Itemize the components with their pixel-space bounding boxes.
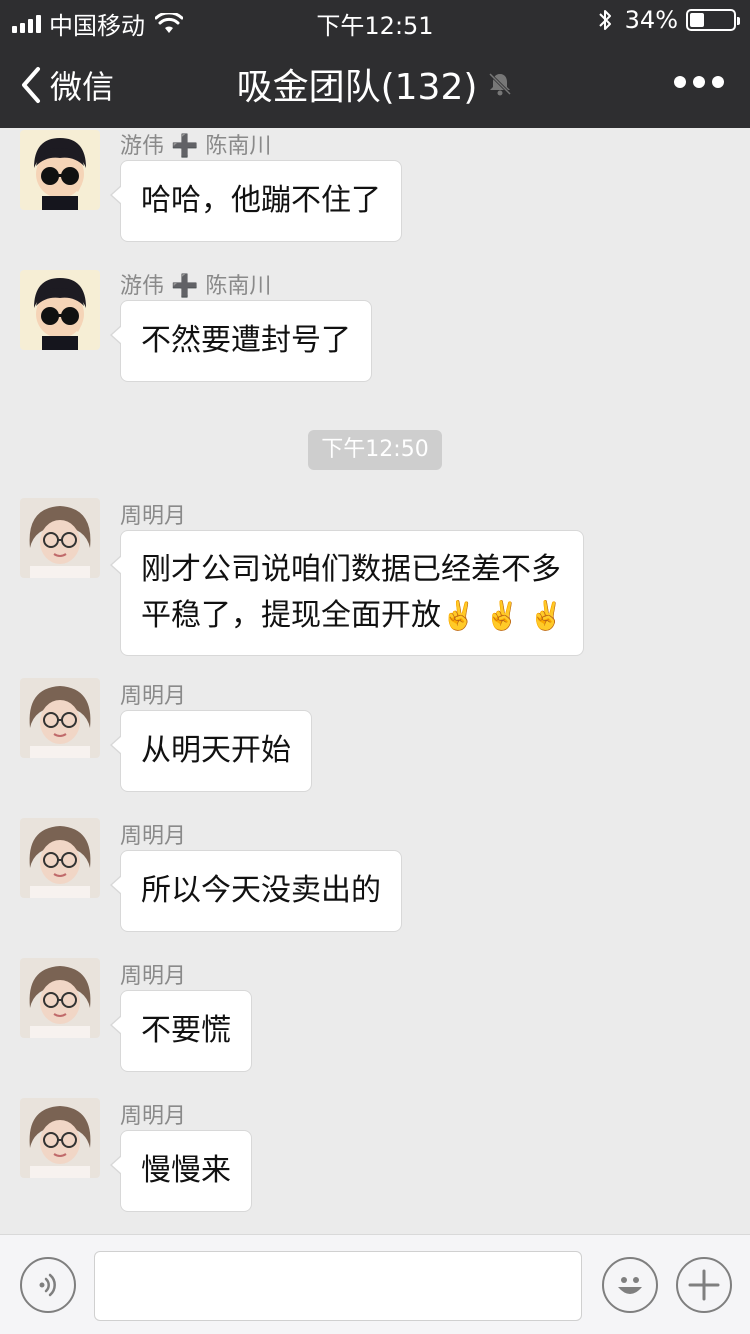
more-dot-icon (674, 76, 686, 88)
avatar[interactable] (20, 818, 100, 898)
plus-icon (688, 1269, 720, 1301)
avatar[interactable] (20, 958, 100, 1038)
message-line-wrap: 平稳了，提现全面开放✌️ ✌️ ✌️ (141, 593, 563, 639)
chat-title-text: 吸金团队(132) (236, 67, 478, 108)
avatar[interactable] (20, 678, 100, 758)
avatar[interactable] (20, 270, 100, 350)
battery-percent: 34% (624, 6, 678, 34)
message-bubble[interactable]: 慢慢来 (110, 1130, 252, 1212)
avatar-photo-icon (20, 1098, 100, 1178)
input-bar (0, 1234, 750, 1334)
status-right: 34% (597, 6, 740, 34)
voice-icon (39, 1273, 56, 1297)
sender-name: 游伟 ➕ 陈南川 (120, 274, 272, 299)
more-button[interactable] (674, 76, 724, 88)
message-bubble[interactable]: 从明天开始 (110, 710, 312, 792)
message-line: 刚才公司说咱们数据已经差不多 (141, 552, 561, 587)
battery-icon (686, 9, 740, 31)
sender-name: 周明月 (120, 824, 187, 849)
more-dot-icon (693, 76, 705, 88)
message-bubble[interactable]: 所以今天没卖出的 (110, 850, 402, 932)
plus-button[interactable] (676, 1257, 732, 1313)
time-divider: 下午12:50 (308, 430, 442, 470)
message-bubble[interactable]: 刚才公司说咱们数据已经差不多 平稳了，提现全面开放✌️ ✌️ ✌️ (109, 530, 585, 656)
sender-name: 周明月 (120, 504, 187, 529)
chat-area[interactable]: 游伟 ➕ 陈南川 哈哈，他蹦不住了 游伟 ➕ 陈南川 不然要遭封号了 下午12:… (0, 128, 750, 1234)
sender-name: 周明月 (120, 684, 187, 709)
avatar-photo-icon (20, 678, 100, 758)
message-bubble[interactable]: 哈哈，他蹦不住了 (110, 160, 402, 242)
avatar-photo-icon (20, 818, 100, 898)
mute-bell-icon (489, 72, 512, 96)
message-bubble[interactable]: 不要慌 (110, 990, 252, 1072)
sender-name: 周明月 (120, 1104, 187, 1129)
emoji-icon (618, 1277, 642, 1294)
more-dot-icon (712, 76, 724, 88)
avatar-cartoon-icon (20, 270, 100, 350)
nav-bar: 微信 吸金团队(132) (0, 40, 750, 128)
victory-hand-icon: ✌️ ✌️ ✌️ (441, 599, 564, 632)
voice-button[interactable] (20, 1257, 76, 1313)
status-bar: 中国移动 下午12:51 34% (0, 0, 750, 40)
sender-name: 游伟 ➕ 陈南川 (120, 134, 272, 159)
message-bubble[interactable]: 不然要遭封号了 (110, 300, 372, 382)
emoji-button[interactable] (602, 1257, 658, 1313)
avatar[interactable] (20, 130, 100, 210)
message-input[interactable] (94, 1251, 582, 1321)
avatar[interactable] (20, 1098, 100, 1178)
avatar-photo-icon (20, 958, 100, 1038)
sender-name: 周明月 (120, 964, 187, 989)
chat-title: 吸金团队(132) (0, 58, 750, 110)
avatar[interactable] (20, 498, 100, 578)
avatar-cartoon-icon (20, 130, 100, 210)
avatar-photo-icon (20, 498, 100, 578)
message-line: 平稳了，提现全面开放 (141, 598, 441, 633)
bluetooth-icon (598, 10, 611, 30)
